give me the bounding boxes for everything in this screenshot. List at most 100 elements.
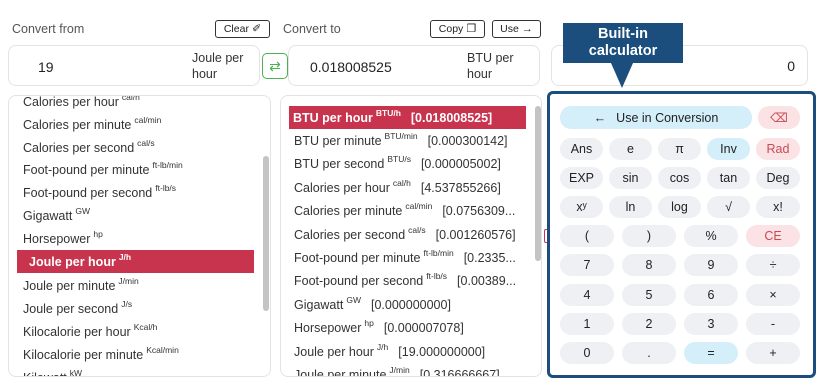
calc-key-digit-0[interactable]: 0 bbox=[560, 341, 614, 364]
from-list-item[interactable]: Foot-pound per second ft-lb/s bbox=[9, 181, 254, 204]
to-list-item[interactable]: Calories per hour cal/h [4.537855266] bbox=[289, 176, 529, 199]
calc-key-percent[interactable]: % bbox=[684, 225, 738, 248]
to-list-item-value: [0.018008525] bbox=[410, 110, 493, 125]
from-list-item-name: Kilocalorie per hour bbox=[23, 324, 131, 339]
calc-key-digit-6[interactable]: 6 bbox=[684, 283, 738, 306]
to-list-item[interactable]: Foot-pound per minute ft-lb/min [0.2335... bbox=[289, 246, 529, 269]
to-list-item[interactable]: Calories per second cal/s [0.001260576] bbox=[289, 223, 529, 246]
from-list-item-symbol: GW bbox=[75, 205, 90, 216]
calc-key-add[interactable]: + bbox=[746, 341, 800, 364]
calc-key-cos[interactable]: cos bbox=[658, 167, 701, 190]
from-list-item[interactable]: KilowattkW bbox=[9, 366, 254, 377]
calc-key-ln[interactable]: ln bbox=[609, 196, 652, 219]
calc-key-multiply[interactable]: × bbox=[746, 283, 800, 306]
from-list-item[interactable]: Kilocalorie per minute Kcal/min bbox=[9, 343, 254, 366]
to-list-item-value: [19.000000000] bbox=[398, 344, 486, 359]
to-list-item-symbol: BTU/s bbox=[387, 154, 411, 165]
to-list-item-value: [0.2335... bbox=[463, 250, 516, 265]
to-list-item[interactable]: Foot-pound per second ft-lb/s [0.00389... bbox=[289, 270, 529, 293]
calc-key-digit-9[interactable]: 9 bbox=[684, 254, 738, 277]
calc-key-digit-3[interactable]: 3 bbox=[684, 312, 738, 335]
from-unit-line2: hour bbox=[192, 67, 218, 81]
from-list-item[interactable]: Horsepower hp bbox=[9, 227, 254, 250]
calc-key-tan[interactable]: tan bbox=[707, 167, 750, 190]
to-list-item[interactable]: Calories per minute cal/min [0.0756309... bbox=[289, 200, 529, 223]
calc-key-log[interactable]: log bbox=[658, 196, 701, 219]
use-in-conversion-button[interactable]: ← Use in Conversion bbox=[560, 106, 752, 129]
calc-key-factorial[interactable]: x! bbox=[756, 196, 800, 219]
from-list-item-symbol: cal/h bbox=[121, 95, 140, 102]
from-list-item[interactable]: Kilocalorie per hour Kcal/h bbox=[9, 320, 254, 343]
arrow-right-icon: → bbox=[521, 22, 533, 35]
eraser-icon: ✐ bbox=[251, 22, 262, 35]
to-list-item[interactable]: Joule per minute J/min [0.316666667] bbox=[289, 363, 529, 376]
to-list-item[interactable]: BTU per second BTU/s [0.000005002] bbox=[289, 153, 529, 176]
to-list-item-name: Joule per hour bbox=[294, 344, 374, 359]
from-list-item-symbol: Kcal/min bbox=[146, 344, 179, 355]
calc-key-deg[interactable]: Deg bbox=[756, 167, 800, 190]
use-button-label: Use bbox=[500, 23, 519, 35]
to-list-item[interactable]: Horsepower hp [0.000007078] bbox=[289, 317, 529, 340]
to-list-item-symbol: cal/s bbox=[408, 224, 426, 235]
calc-key-digit-2[interactable]: 2 bbox=[622, 312, 676, 335]
from-unit-list[interactable]: KilowattkWKilocalorie per minuteKcal/min… bbox=[8, 95, 271, 377]
to-list-item-symbol: BTU/min bbox=[384, 130, 418, 141]
calc-key-close-paren[interactable]: ) bbox=[622, 225, 676, 248]
use-button[interactable]: Use → bbox=[492, 20, 541, 38]
calc-key-divide[interactable]: ÷ bbox=[746, 254, 800, 277]
to-list-item-symbol: cal/min bbox=[405, 201, 433, 212]
from-list-item[interactable]: Foot-pound per minute ft-lb/min bbox=[9, 158, 254, 181]
to-list-item[interactable]: BTU per minute BTU/min [0.000300142] bbox=[289, 129, 529, 152]
arrow-left-icon: ← bbox=[593, 110, 607, 125]
to-unit-list[interactable]: Joule per minute J/min [0.316666667] Joule … bbox=[280, 95, 542, 377]
calc-key-power[interactable]: xʸ bbox=[560, 196, 603, 219]
calc-key-equals[interactable]: = bbox=[684, 341, 738, 364]
from-list-item[interactable]: Joule per second J/s bbox=[9, 297, 254, 320]
to-list-item[interactable]: Gigawatt GW [0.000000000] bbox=[289, 293, 529, 316]
calc-key-digit-4[interactable]: 4 bbox=[560, 283, 614, 306]
from-list-item[interactable]: Joule per minute J/min bbox=[9, 274, 254, 297]
to-list-item-name: Foot-pound per second bbox=[294, 274, 424, 289]
calc-key-decimal[interactable]: . bbox=[622, 341, 676, 364]
to-list-item[interactable]: Joule per hour J/h [19.000000000] bbox=[289, 340, 529, 363]
calc-key-digit-8[interactable]: 8 bbox=[622, 254, 676, 277]
swap-button[interactable]: ⇄ bbox=[262, 53, 288, 79]
calc-key-ans[interactable]: Ans bbox=[560, 138, 603, 160]
to-value-box[interactable]: 0.018008525 BTU per hour bbox=[288, 45, 540, 86]
from-list-item[interactable]: Calories per second cal/s bbox=[9, 136, 254, 159]
copy-button[interactable]: Copy ❐ bbox=[430, 20, 485, 38]
calc-key-sin[interactable]: sin bbox=[609, 167, 652, 190]
to-list-item-symbol: ft-lb/min bbox=[423, 247, 454, 258]
calc-key-digit-7[interactable]: 7 bbox=[560, 254, 614, 277]
to-list-item[interactable]: BTU per hour BTU/h [0.018008525] bbox=[289, 106, 526, 129]
calc-key-e[interactable]: e bbox=[609, 138, 652, 160]
calc-key-sqrt[interactable]: √ bbox=[707, 196, 750, 219]
calc-key-pi[interactable]: π bbox=[658, 138, 701, 160]
from-list-item[interactable]: Gigawatt GW bbox=[9, 204, 254, 227]
from-value-box[interactable]: 19 Joule per hour bbox=[8, 45, 260, 86]
to-list-item-value: [4.537855266] bbox=[420, 180, 501, 195]
from-list-item[interactable]: Calories per minute cal/min bbox=[9, 113, 254, 136]
from-list-item[interactable]: Calories per hour cal/h bbox=[9, 95, 254, 113]
from-list-scrollbar[interactable] bbox=[263, 156, 269, 311]
calc-key-open-paren[interactable]: ( bbox=[560, 225, 614, 248]
from-list-item-name: Joule per minute bbox=[23, 278, 116, 293]
callout-arrow bbox=[611, 63, 633, 88]
calc-key-inv[interactable]: Inv bbox=[707, 138, 750, 160]
callout-line2: calculator bbox=[588, 43, 658, 59]
to-list-item-symbol: GW bbox=[346, 294, 361, 305]
calc-key-digit-1[interactable]: 1 bbox=[560, 312, 614, 335]
calc-key-digit-5[interactable]: 5 bbox=[622, 283, 676, 306]
to-unit-line2: hour bbox=[467, 67, 493, 81]
calc-key-exp[interactable]: EXP bbox=[560, 167, 603, 190]
to-list-item-symbol: cal/h bbox=[392, 177, 411, 188]
from-list-item[interactable]: Joule per hour J/h bbox=[17, 250, 254, 273]
to-list-scrollbar[interactable] bbox=[535, 106, 541, 261]
backspace-button[interactable]: ⌫ bbox=[758, 106, 800, 129]
clear-button[interactable]: Clear ✐ bbox=[215, 20, 270, 38]
calc-key-subtract[interactable]: - bbox=[746, 312, 800, 335]
from-list-item-name: Calories per hour bbox=[23, 95, 119, 109]
to-list-item-name: Calories per second bbox=[294, 227, 406, 242]
calc-key-rad[interactable]: Rad bbox=[756, 138, 800, 160]
calc-key-clear-entry[interactable]: CE bbox=[746, 225, 800, 248]
